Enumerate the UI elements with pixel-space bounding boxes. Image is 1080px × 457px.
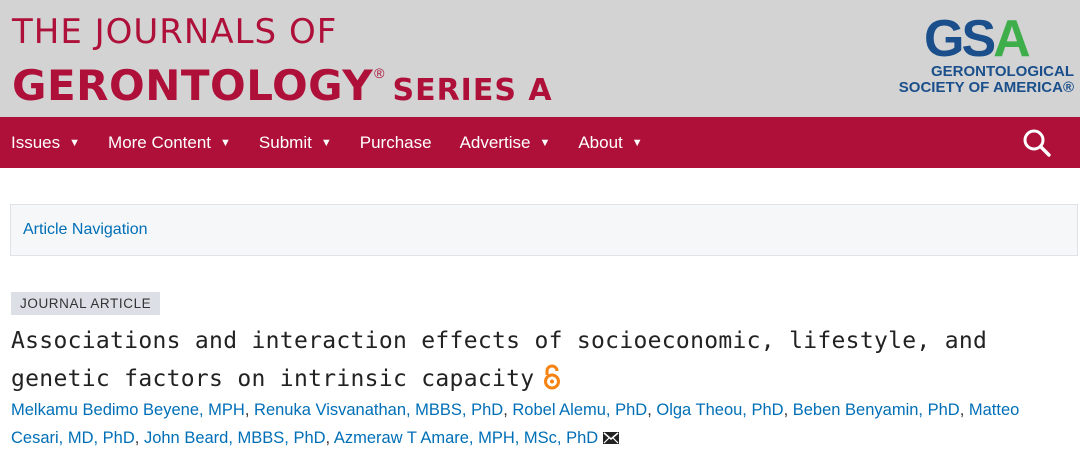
envelope-icon[interactable] — [603, 432, 620, 444]
chevron-down-icon: ▼ — [320, 136, 332, 149]
gsa-society-name: GERONTOLOGICAL SOCIETY OF AMERICA® — [884, 64, 1074, 96]
journal-title-line1: THE JOURNALS OF — [12, 12, 338, 52]
author-link[interactable]: Azmeraw T Amare, MPH, MSc, PhD — [334, 429, 598, 447]
author-link[interactable]: Renuka Visvanathan, MBBS, PhD — [254, 401, 503, 419]
nav-item-label: Advertise — [459, 132, 531, 152]
nav-item-more-content[interactable]: More Content ▼ — [108, 133, 231, 153]
nav-menu: Issues ▼ More Content ▼ Submit ▼ Purchase Adver… — [11, 117, 671, 168]
chevron-down-icon: ▼ — [631, 136, 643, 149]
article-navigation-link[interactable]: Article Navigation — [23, 221, 148, 239]
gsa-line1: GERONTOLOGICAL — [930, 63, 1074, 80]
author-separator: , — [325, 429, 334, 447]
author-link[interactable]: John Beard, MBBS, PhD — [144, 429, 326, 447]
author-separator: , — [134, 429, 144, 447]
journal-title-name: GERONTOLOGY — [12, 61, 374, 110]
article-title: Associations and interaction effects of … — [11, 328, 988, 392]
site-header: THE JOURNALS OF GERONTOLOGY® SERIES A GSA… — [0, 0, 1080, 117]
journal-logo[interactable]: THE JOURNALS OF GERONTOLOGY® SERIES A — [12, 14, 553, 119]
nav-item-label: Submit — [258, 132, 312, 152]
journal-series: SERIES A — [392, 73, 553, 108]
author-separator: , — [503, 401, 513, 419]
nav-item-submit[interactable]: Submit ▼ — [259, 133, 332, 153]
journal-title-line2: GERONTOLOGY® SERIES A — [12, 50, 553, 119]
author-separator: , — [647, 401, 657, 419]
article-title-block: Associations and interaction effects of … — [11, 322, 1071, 398]
nav-item-label: About — [578, 132, 623, 152]
author-link[interactable]: Beben Benyamin, PhD — [793, 401, 960, 419]
open-access-icon — [544, 364, 561, 390]
nav-item-label: Issues — [11, 132, 61, 152]
article-type-badge: JOURNAL ARTICLE — [11, 292, 161, 315]
author-separator: , — [959, 401, 969, 419]
search-icon[interactable] — [1022, 128, 1052, 158]
author-link[interactable]: Olga Theou, PhD — [656, 401, 783, 419]
nav-item-about[interactable]: About ▼ — [578, 133, 642, 153]
nav-item-issues[interactable]: Issues ▼ — [11, 133, 80, 153]
author-separator: , — [244, 401, 255, 419]
registered-mark: ® — [374, 65, 385, 81]
gsa-logo-mark: GSA — [924, 12, 1030, 60]
author-list: Melkamu Bedimo Beyene, MPH, Renuka Visva… — [11, 396, 1076, 452]
main-navigation: Issues ▼ More Content ▼ Submit ▼ Purchase Adver… — [0, 117, 1080, 168]
chevron-down-icon: ▼ — [539, 136, 551, 149]
chevron-down-icon: ▼ — [69, 136, 81, 149]
author-separator: , — [783, 401, 793, 419]
article-navigation-bar: Article Navigation — [10, 204, 1078, 256]
nav-item-label: More Content — [108, 132, 212, 152]
gsa-logo-letters: GSA — [924, 12, 1030, 60]
gsa-line2: SOCIETY OF AMERICA® — [898, 79, 1074, 96]
nav-item-label: Purchase — [359, 132, 432, 152]
nav-item-purchase[interactable]: Purchase — [360, 133, 432, 153]
author-link[interactable]: Robel Alemu, PhD — [512, 401, 647, 419]
nav-item-advertise[interactable]: Advertise ▼ — [460, 133, 551, 153]
chevron-down-icon: ▼ — [220, 136, 231, 149]
author-link[interactable]: Melkamu Bedimo Beyene, MPH — [11, 401, 245, 419]
